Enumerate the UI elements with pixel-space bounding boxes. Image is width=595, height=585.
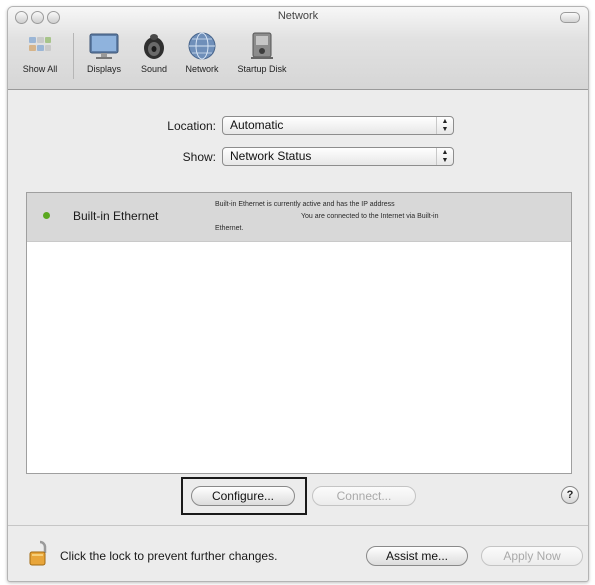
popup-arrows-icon: ▲ ▼ [436,148,453,165]
show-label: Show: [182,150,216,164]
connect-button[interactable]: Connect... [312,486,416,506]
location-label: Location: [167,119,216,133]
show-all-icon [21,29,59,63]
toolbar-toggle-button[interactable] [560,12,580,23]
divider [8,525,588,526]
lock-message: Click the lock to prevent further change… [60,549,278,563]
startup-disk-icon [243,29,281,63]
toolbar-show-all[interactable]: Show All [13,29,67,74]
toolbar-startup-disk[interactable]: Startup Disk [231,29,293,74]
port-status-description: Built-in Ethernet is currently active an… [215,199,545,235]
toolbar-label-show-all: Show All [22,64,58,74]
show-value: Network Status [230,149,312,163]
status-description-line2: You are connected to the Internet via Bu… [301,213,439,220]
status-indicator-icon [43,212,50,219]
help-button[interactable]: ? [561,486,579,504]
toolbar-label-network: Network [185,64,219,74]
toolbar-label-displays: Displays [86,64,121,74]
apply-now-button[interactable]: Apply Now [481,546,583,566]
window-title: Network [277,10,319,22]
network-status-list[interactable]: Built-in Ethernet Built-in Ethernet is c… [26,192,572,474]
window-titlebar: Network Show All Displays Sound Network … [8,7,588,90]
location-popup[interactable]: Automatic ▲ ▼ [222,116,454,135]
status-description-line1: Built-in Ethernet is currently active an… [215,201,395,208]
toolbar-label-startup-disk: Startup Disk [237,64,287,74]
assist-me-button[interactable]: Assist me... [366,546,468,566]
port-name: Built-in Ethernet [73,209,159,223]
configure-button[interactable]: Configure... [191,486,295,506]
toolbar-displays[interactable]: Displays [78,29,130,74]
list-item[interactable]: Built-in Ethernet Built-in Ethernet is c… [27,193,571,242]
popup-arrows-icon: ▲ ▼ [436,117,453,134]
location-value: Automatic [230,118,284,132]
toolbar-separator [73,33,74,79]
status-description-line3: Ethernet. [215,225,244,232]
toolbar-label-sound: Sound [140,64,168,74]
toolbar-sound[interactable]: Sound [132,29,176,74]
toolbar-network[interactable]: Network [178,29,226,74]
lock-icon[interactable] [28,539,52,572]
displays-icon [85,29,123,63]
sound-icon [135,29,173,63]
network-icon [183,29,221,63]
network-preferences-window: Network Show All Displays Sound Network … [7,6,589,582]
show-popup[interactable]: Network Status ▲ ▼ [222,147,454,166]
